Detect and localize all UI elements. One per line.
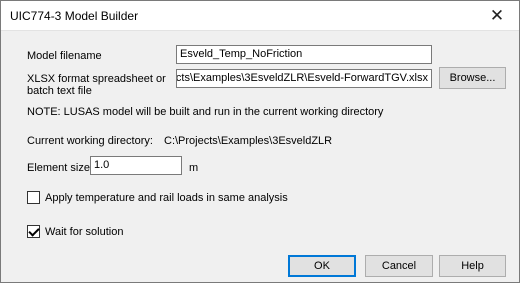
cancel-button[interactable]: Cancel [365,255,433,277]
spreadsheet-label-line1: XLSX format spreadsheet or [27,73,166,85]
same-analysis-option[interactable]: Apply temperature and rail loads in same… [27,191,288,204]
element-size-input[interactable]: 1.0 [90,156,182,175]
spreadsheet-path-text: Projects\Examples\3EsveldZLR\Esveld-Forw… [176,72,428,84]
cwd-value: C:\Projects\Examples\3EsveldZLR [164,135,333,147]
spreadsheet-path-input[interactable]: Projects\Examples\3EsveldZLR\Esveld-Forw… [176,69,432,88]
same-analysis-label: Apply temperature and rail loads in same… [45,191,288,204]
spreadsheet-label-line2: batch text file [27,85,92,97]
note-text: NOTE: LUSAS model will be built and run … [27,106,384,118]
close-icon[interactable]: ✕ [475,1,519,31]
model-filename-input[interactable]: Esveld_Temp_NoFriction [176,45,432,64]
help-button[interactable]: Help [439,255,506,277]
ok-button[interactable]: OK [288,255,356,277]
wait-solution-checkbox[interactable] [27,225,40,238]
cwd-label: Current working directory: [27,135,153,147]
browse-button[interactable]: Browse... [439,67,506,89]
window-title: UIC774-3 Model Builder [10,9,139,23]
title-bar: UIC774-3 Model Builder ✕ [1,1,519,31]
wait-solution-option[interactable]: Wait for solution [27,225,123,238]
model-filename-label: Model filename [27,50,102,62]
model-builder-dialog: UIC774-3 Model Builder ✕ Model filename … [0,0,520,283]
element-size-unit: m [189,162,199,174]
same-analysis-checkbox[interactable] [27,191,40,204]
wait-solution-label: Wait for solution [45,225,124,238]
element-size-label: Element size [27,162,90,174]
